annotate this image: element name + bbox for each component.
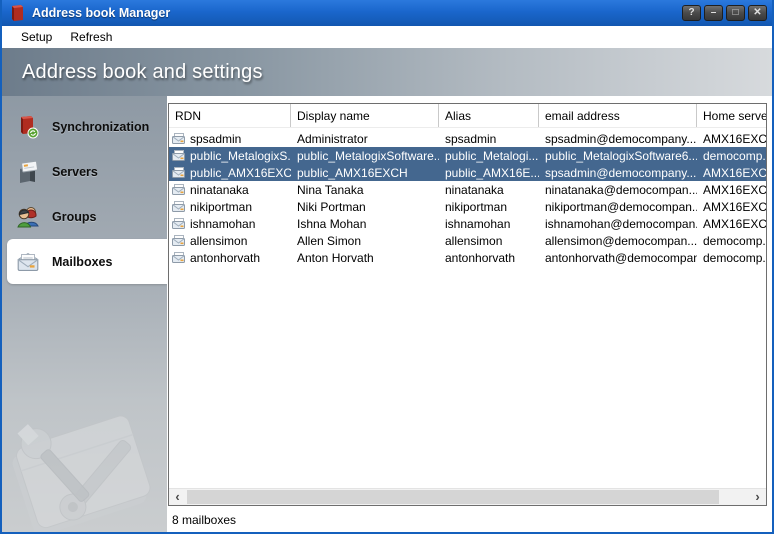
cell-email: nikiportman@democompan...: [539, 200, 697, 214]
column-header-rdn[interactable]: RDN: [169, 104, 291, 127]
cell-email: ninatanaka@democompan...: [539, 183, 697, 197]
tools-watermark-graphic: [2, 392, 166, 532]
column-header-display-name[interactable]: Display name: [291, 104, 439, 127]
sidebar: Synchronization Servers Groups Mailboxes: [2, 96, 167, 532]
cell-display-name: Anton Horvath: [291, 251, 439, 265]
cell-alias: nikiportman: [439, 200, 539, 214]
cell-rdn: ninatanaka: [190, 183, 249, 197]
scrollbar-thumb[interactable]: [187, 490, 719, 504]
cell-display-name: Allen Simon: [291, 234, 439, 248]
cell-home-server: AMX16EXCH: [697, 217, 766, 231]
table-row[interactable]: ishnamohan Ishna Mohan ishnamohan ishnam…: [169, 215, 766, 232]
cell-email: spsadmin@democompany....: [539, 166, 697, 180]
sidebar-item-mailboxes[interactable]: Mailboxes: [7, 239, 167, 284]
envelope-icon: [172, 184, 186, 195]
sync-book-icon: [14, 113, 42, 141]
window-title: Address book Manager: [32, 6, 682, 20]
cell-rdn: public_AMX16EXCH: [190, 166, 291, 180]
envelope-icon: [172, 252, 186, 263]
minimize-button[interactable]: –: [704, 5, 723, 21]
column-header-home-server[interactable]: Home server: [697, 104, 766, 127]
cell-home-server: democomp...: [697, 234, 766, 248]
cell-home-server: democomp...: [697, 251, 766, 265]
envelope-icon: [172, 133, 186, 144]
table-row[interactable]: spsadmin Administrator spsadmin spsadmin…: [169, 130, 766, 147]
server-icon: [14, 158, 42, 186]
cell-home-server: AMX16EXCH: [697, 166, 766, 180]
sidebar-item-groups[interactable]: Groups: [2, 194, 167, 239]
cell-email: public_MetalogixSoftware6...: [539, 149, 697, 163]
sidebar-item-label: Mailboxes: [52, 255, 112, 269]
app-window: Address book Manager ?–□✕ SetupRefresh A…: [0, 0, 774, 534]
cell-alias: allensimon: [439, 234, 539, 248]
page-title: Address book and settings: [22, 61, 263, 84]
cell-alias: ishnamohan: [439, 217, 539, 231]
cell-email: spsadmin@democompany....: [539, 132, 697, 146]
menu-item-refresh[interactable]: Refresh: [61, 27, 121, 47]
column-header-alias[interactable]: Alias: [439, 104, 539, 127]
cell-rdn: ishnamohan: [190, 217, 255, 231]
column-header-email-address[interactable]: email address: [539, 104, 697, 127]
mailboxes-icon: [14, 248, 42, 276]
cell-alias: spsadmin: [439, 132, 539, 146]
cell-display-name: Niki Portman: [291, 200, 439, 214]
cell-display-name: Ishna Mohan: [291, 217, 439, 231]
app-book-icon: [9, 4, 25, 22]
cell-alias: ninatanaka: [439, 183, 539, 197]
close-button[interactable]: ✕: [748, 5, 767, 21]
table-row[interactable]: public_AMX16EXCH public_AMX16EXCH public…: [169, 164, 766, 181]
menu-item-setup[interactable]: Setup: [12, 27, 61, 47]
cell-alias: public_Metalogi...: [439, 149, 539, 163]
window-controls: ?–□✕: [682, 5, 767, 21]
envelope-icon: [172, 218, 186, 229]
cell-email: antonhorvath@democompan...: [539, 251, 697, 265]
content-area: RDNDisplay nameAliasemail addressHome se…: [167, 96, 772, 532]
cell-rdn: antonhorvath: [190, 251, 260, 265]
groups-icon: [14, 203, 42, 231]
mailbox-table: RDNDisplay nameAliasemail addressHome se…: [168, 103, 767, 506]
sidebar-item-servers[interactable]: Servers: [2, 149, 167, 194]
sidebar-item-label: Synchronization: [52, 120, 149, 134]
table-header-row: RDNDisplay nameAliasemail addressHome se…: [169, 104, 766, 128]
cell-home-server: AMX16EXCH: [697, 200, 766, 214]
envelope-icon: [172, 201, 186, 212]
cell-rdn: public_MetalogixS...: [190, 149, 291, 163]
table-row[interactable]: public_MetalogixS... public_MetalogixSof…: [169, 147, 766, 164]
cell-rdn: allensimon: [190, 234, 247, 248]
table-row[interactable]: ninatanaka Nina Tanaka ninatanaka ninata…: [169, 181, 766, 198]
envelope-icon: [172, 150, 186, 161]
page-header: Address book and settings: [2, 48, 772, 96]
cell-rdn: nikiportman: [190, 200, 252, 214]
maximize-button[interactable]: □: [726, 5, 745, 21]
menubar: SetupRefresh: [2, 26, 772, 48]
cell-alias: public_AMX16E...: [439, 166, 539, 180]
table-body: spsadmin Administrator spsadmin spsadmin…: [169, 128, 766, 488]
titlebar: Address book Manager ?–□✕: [2, 0, 772, 26]
cell-display-name: Nina Tanaka: [291, 183, 439, 197]
cell-rdn: spsadmin: [190, 132, 241, 146]
cell-display-name: Administrator: [291, 132, 439, 146]
cell-home-server: AMX16EXCH: [697, 183, 766, 197]
sidebar-item-label: Groups: [52, 210, 96, 224]
cell-home-server: democomp...: [697, 149, 766, 163]
help-button[interactable]: ?: [682, 5, 701, 21]
scroll-right-arrow[interactable]: ›: [749, 489, 766, 505]
cell-display-name: public_MetalogixSoftware...: [291, 149, 439, 163]
table-row[interactable]: nikiportman Niki Portman nikiportman nik…: [169, 198, 766, 215]
horizontal-scrollbar[interactable]: ‹ ›: [169, 488, 766, 505]
cell-email: allensimon@democompan...: [539, 234, 697, 248]
cell-home-server: AMX16EXCH: [697, 132, 766, 146]
cell-alias: antonhorvath: [439, 251, 539, 265]
sidebar-items: Synchronization Servers Groups Mailboxes: [2, 104, 167, 284]
table-row[interactable]: allensimon Allen Simon allensimon allens…: [169, 232, 766, 249]
status-text: 8 mailboxes: [172, 513, 236, 527]
sidebar-item-synchronization[interactable]: Synchronization: [2, 104, 167, 149]
scroll-left-arrow[interactable]: ‹: [169, 489, 186, 505]
cell-email: ishnamohan@democompan...: [539, 217, 697, 231]
envelope-icon: [172, 167, 186, 178]
table-row[interactable]: antonhorvath Anton Horvath antonhorvath …: [169, 249, 766, 266]
cell-display-name: public_AMX16EXCH: [291, 166, 439, 180]
sidebar-item-label: Servers: [52, 165, 98, 179]
envelope-icon: [172, 235, 186, 246]
